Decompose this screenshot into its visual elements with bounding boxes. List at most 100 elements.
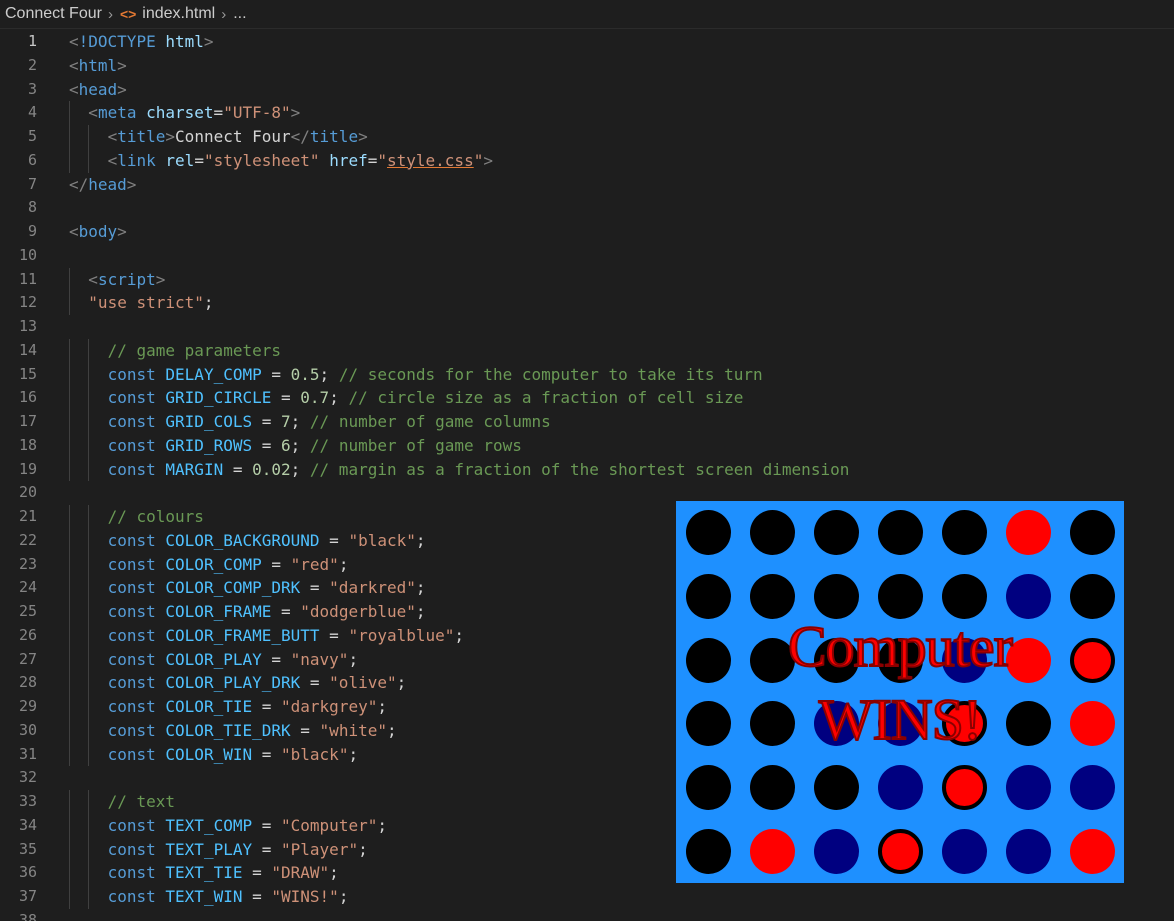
code-line[interactable]: 10 xyxy=(0,244,1174,268)
code-text: const COLOR_FRAME_BUTT = "royalblue"; xyxy=(108,624,464,648)
code-token: const xyxy=(107,435,156,455)
code-line[interactable]: 4 <meta charset="UTF-8"> xyxy=(0,101,1174,125)
code-token: const xyxy=(107,863,156,883)
code-line[interactable]: 1 <!DOCTYPE html> xyxy=(0,30,1174,54)
code-line[interactable]: 18 const GRID_ROWS = 6; // number of game… xyxy=(0,433,1174,458)
code-line[interactable]: 7 </head> xyxy=(0,173,1174,197)
code-token: link xyxy=(117,150,156,170)
code-line[interactable]: 16 const GRID_CIRCLE = 0.7; // circle siz… xyxy=(0,386,1174,410)
code-token: const xyxy=(107,578,156,598)
code-token: "black" xyxy=(281,744,349,764)
code-token: = xyxy=(213,103,224,123)
code-token: const xyxy=(107,744,156,764)
code-token: = xyxy=(252,412,282,431)
code-line[interactable]: 5 <title>Connect Four</title> xyxy=(0,125,1174,149)
game-cell-black xyxy=(685,510,731,556)
code-token: meta xyxy=(97,103,137,123)
line-number: 3 xyxy=(27,79,37,98)
code-line[interactable]: 11 <script> xyxy=(0,267,1174,292)
code-line[interactable]: 13 xyxy=(0,315,1174,339)
code-token: ; xyxy=(377,697,387,716)
code-token: "use strict" xyxy=(88,293,204,313)
breadcrumb-file[interactable]: index.html xyxy=(142,5,215,23)
code-token: const xyxy=(107,602,156,621)
code-token: "Player" xyxy=(281,839,359,859)
code-token: = xyxy=(223,459,253,479)
indent-guide xyxy=(88,813,90,838)
code-token: COLOR_PLAY xyxy=(165,649,262,669)
code-token: COLOR_TIE_DRK xyxy=(165,720,291,740)
winner-name-text: Computer xyxy=(787,613,1014,680)
line-number: 20 xyxy=(18,483,37,502)
code-token: " xyxy=(377,150,387,170)
game-cell-black xyxy=(685,828,731,874)
game-cell-black xyxy=(877,510,923,556)
line-number: 32 xyxy=(18,768,37,787)
breadcrumb-symbol[interactable]: ... xyxy=(233,5,246,23)
indent-guide xyxy=(69,528,70,553)
indent-guide xyxy=(69,885,70,909)
code-token: const xyxy=(107,673,156,693)
line-number: 27 xyxy=(18,649,37,668)
code-token: !DOCTYPE xyxy=(78,32,156,51)
code-text: <link rel="stylesheet" href="style.css"> xyxy=(108,149,493,173)
indent-guide xyxy=(69,267,70,292)
breadcrumb-folder[interactable]: Connect Four xyxy=(5,5,102,23)
indent-guide xyxy=(69,623,70,648)
indent-guide xyxy=(69,671,70,695)
code-line[interactable]: 38 xyxy=(0,909,1174,921)
indent-guide xyxy=(69,837,70,862)
code-token: head xyxy=(88,174,127,194)
indent-guide xyxy=(69,386,70,410)
code-token: ; xyxy=(396,673,407,693)
code-line[interactable]: 17 const GRID_COLS = 7; // number of game… xyxy=(0,410,1174,434)
code-token: "stylesheet" xyxy=(203,150,320,170)
code-token: < xyxy=(69,55,79,75)
indent-guide xyxy=(69,148,70,173)
code-token: const xyxy=(107,364,156,384)
code-text: const TEXT_TIE = "DRAW"; xyxy=(108,861,339,885)
code-line[interactable]: 12 "use strict"; xyxy=(0,291,1174,315)
code-token: ; xyxy=(290,412,310,431)
code-token: "olive" xyxy=(329,673,397,693)
line-number: 35 xyxy=(18,839,37,858)
indent-guide xyxy=(69,695,70,719)
code-token: // game parameters xyxy=(107,340,281,360)
indent-guide xyxy=(69,410,70,434)
code-token: </ xyxy=(69,174,89,194)
indent-guide xyxy=(69,742,70,767)
indent-guide xyxy=(88,125,90,149)
code-line[interactable]: 15 const DELAY_COMP = 0.5; // seconds for… xyxy=(0,362,1174,387)
indent-guide xyxy=(88,885,90,909)
code-line[interactable]: 2 <html> xyxy=(0,54,1174,78)
code-token: 7 xyxy=(281,412,291,431)
code-token: = xyxy=(242,887,272,906)
code-token: // number of game columns xyxy=(309,412,551,431)
code-line[interactable]: 19 const MARGIN = 0.02; // margin as a fr… xyxy=(0,457,1174,482)
code-line[interactable]: 3 <head> xyxy=(0,78,1174,102)
code-line[interactable]: 37 const TEXT_WIN = "WINS!"; xyxy=(0,885,1174,909)
indent-guide xyxy=(88,148,90,173)
indent-guide xyxy=(69,790,70,814)
code-line[interactable]: 8 xyxy=(0,196,1174,220)
code-token: const xyxy=(107,887,156,906)
indent-guide xyxy=(69,576,70,600)
code-line[interactable]: 14 // game parameters xyxy=(0,338,1174,363)
code-line[interactable]: 9 <body> xyxy=(0,220,1174,244)
code-token: = xyxy=(252,744,282,764)
code-text: <body> xyxy=(69,220,127,244)
code-line[interactable]: 6 <link rel="stylesheet" href="style.css"… xyxy=(0,148,1174,173)
code-token: const xyxy=(107,625,156,645)
code-token: < xyxy=(69,79,79,99)
code-token: = xyxy=(242,863,272,883)
code-token: html xyxy=(165,32,204,51)
indent-guide xyxy=(69,552,70,577)
code-token: GRID_COLS xyxy=(165,412,253,431)
code-token: COLOR_TIE xyxy=(165,697,253,716)
indent-guide xyxy=(88,457,90,482)
line-number: 10 xyxy=(18,245,37,264)
line-number: 18 xyxy=(18,435,37,454)
